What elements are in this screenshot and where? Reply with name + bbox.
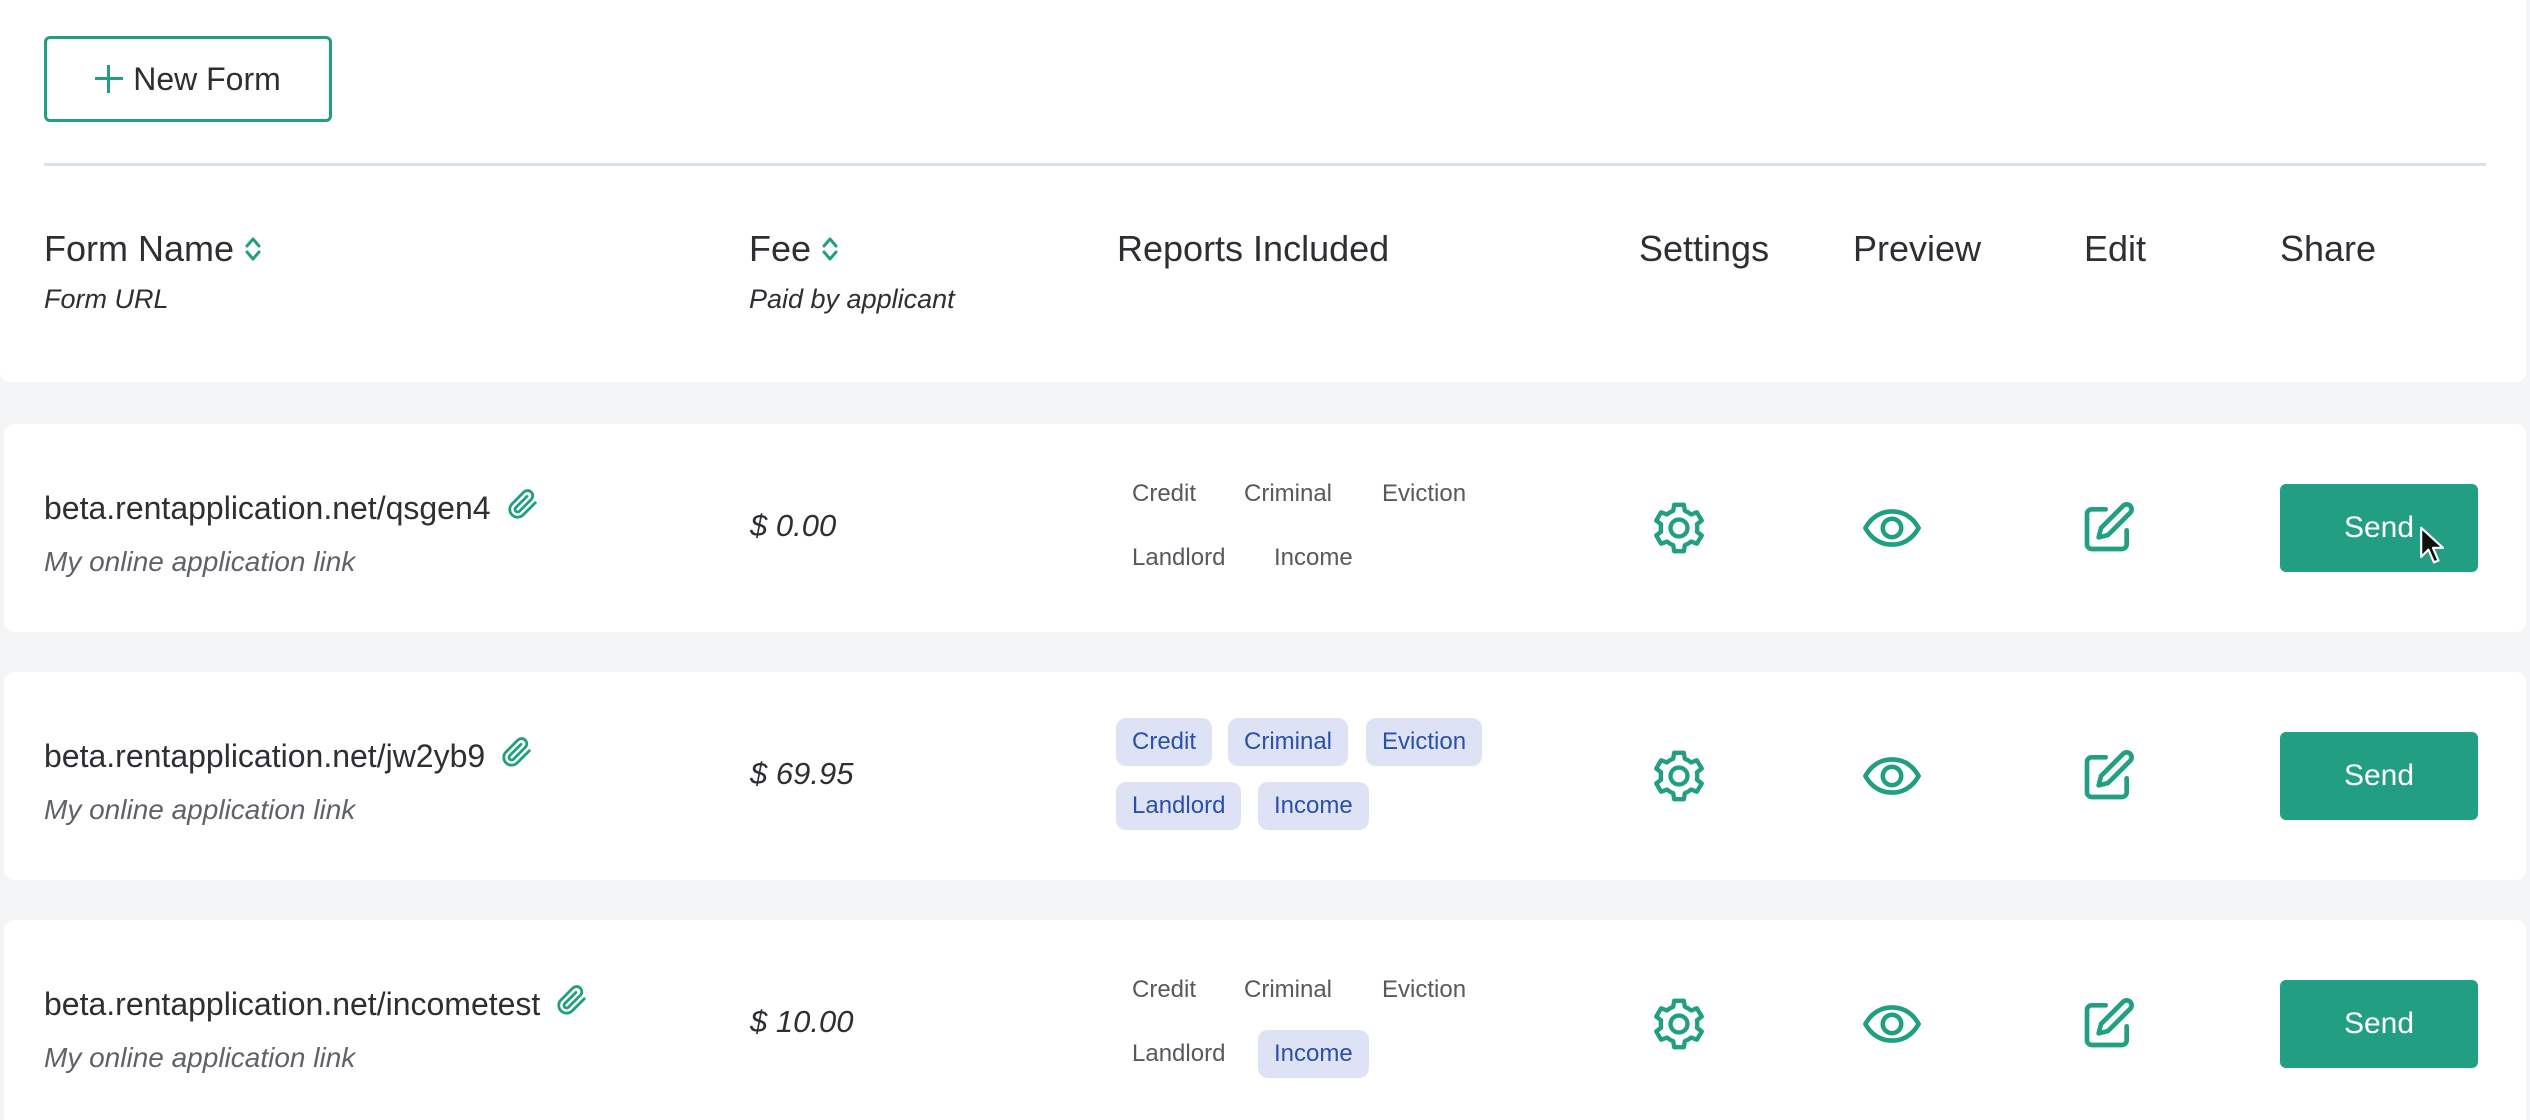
forms-header-panel: New Form Form Name Form URL Fee Paid by	[0, 0, 2526, 382]
table-row: beta.rentapplication.net/incometest My o…	[4, 920, 2526, 1120]
report-chip-eviction: Eviction	[1366, 718, 1483, 766]
report-chip-landlord: Landlord	[1132, 1040, 1226, 1067]
fee-value: $ 0.00	[750, 508, 837, 543]
report-chip-eviction: Eviction	[1382, 976, 1467, 1003]
new-form-label: New Form	[133, 60, 281, 97]
plus-icon	[95, 65, 124, 93]
sort-icon[interactable]	[244, 234, 262, 264]
forms-page: New Form Form Name Form URL Fee Paid by	[0, 0, 2530, 1120]
column-header-edit: Edit	[2084, 228, 2147, 269]
fee-label: Fee	[749, 228, 812, 269]
report-chip-income: Income	[1258, 782, 1369, 830]
new-form-button[interactable]: New Form	[44, 36, 332, 122]
report-chip-landlord: Landlord	[1116, 782, 1242, 830]
form-url-text: beta.rentapplication.net/incometest	[44, 985, 541, 1022]
form-description: My online application link	[44, 794, 356, 825]
report-chip-criminal: Criminal	[1244, 480, 1333, 507]
form-url[interactable]: beta.rentapplication.net/jw2yb9	[44, 734, 533, 778]
column-header-form-name[interactable]: Form Name	[44, 228, 262, 270]
paperclip-icon[interactable]	[554, 982, 588, 1026]
fee-value: $ 10.00	[750, 1004, 854, 1039]
column-header-reports: Reports Included	[1117, 228, 1390, 269]
report-chip-criminal: Criminal	[1228, 718, 1349, 766]
eye-icon[interactable]	[1862, 498, 1922, 558]
column-header-preview: Preview	[1853, 228, 1982, 269]
column-subheader-paid-by: Paid by applicant	[749, 284, 955, 314]
column-subheader-form-url: Form URL	[44, 284, 169, 314]
paperclip-icon[interactable]	[499, 734, 533, 778]
column-header-fee[interactable]: Fee	[749, 228, 839, 270]
edit-icon[interactable]	[2078, 498, 2138, 558]
report-chip-criminal: Criminal	[1244, 976, 1333, 1003]
form-description: My online application link	[44, 546, 356, 577]
report-chip-income: Income	[1274, 544, 1353, 571]
table-row: beta.rentapplication.net/qsgen4 My onlin…	[4, 424, 2526, 632]
paperclip-icon[interactable]	[505, 486, 539, 530]
form-url[interactable]: beta.rentapplication.net/qsgen4	[44, 486, 539, 530]
report-chip-eviction: Eviction	[1382, 480, 1467, 507]
fee-value: $ 69.95	[750, 756, 854, 791]
report-chip-credit: Credit	[1132, 976, 1197, 1003]
report-chip-landlord: Landlord	[1132, 544, 1226, 571]
send-button[interactable]: Send	[2280, 484, 2478, 572]
gear-icon[interactable]	[1649, 994, 1709, 1054]
header-divider	[44, 163, 2486, 166]
send-button[interactable]: Send	[2280, 980, 2478, 1068]
table-row: beta.rentapplication.net/jw2yb9 My onlin…	[4, 672, 2526, 880]
form-description: My online application link	[44, 1042, 356, 1073]
gear-icon[interactable]	[1649, 498, 1709, 558]
eye-icon[interactable]	[1862, 994, 1922, 1054]
form-url-text: beta.rentapplication.net/qsgen4	[44, 489, 491, 526]
report-chip-credit: Credit	[1116, 718, 1213, 766]
column-header-settings: Settings	[1639, 228, 1770, 269]
eye-icon[interactable]	[1862, 746, 1922, 806]
sort-icon[interactable]	[821, 234, 839, 264]
edit-icon[interactable]	[2078, 746, 2138, 806]
report-chip-credit: Credit	[1132, 480, 1197, 507]
gear-icon[interactable]	[1649, 746, 1709, 806]
form-url[interactable]: beta.rentapplication.net/incometest	[44, 982, 588, 1026]
form-name-label: Form Name	[44, 228, 235, 269]
column-header-share: Share	[2280, 228, 2377, 269]
form-url-text: beta.rentapplication.net/jw2yb9	[44, 737, 486, 774]
edit-icon[interactable]	[2078, 994, 2138, 1054]
send-button[interactable]: Send	[2280, 732, 2478, 820]
report-chip-income: Income	[1258, 1030, 1369, 1078]
